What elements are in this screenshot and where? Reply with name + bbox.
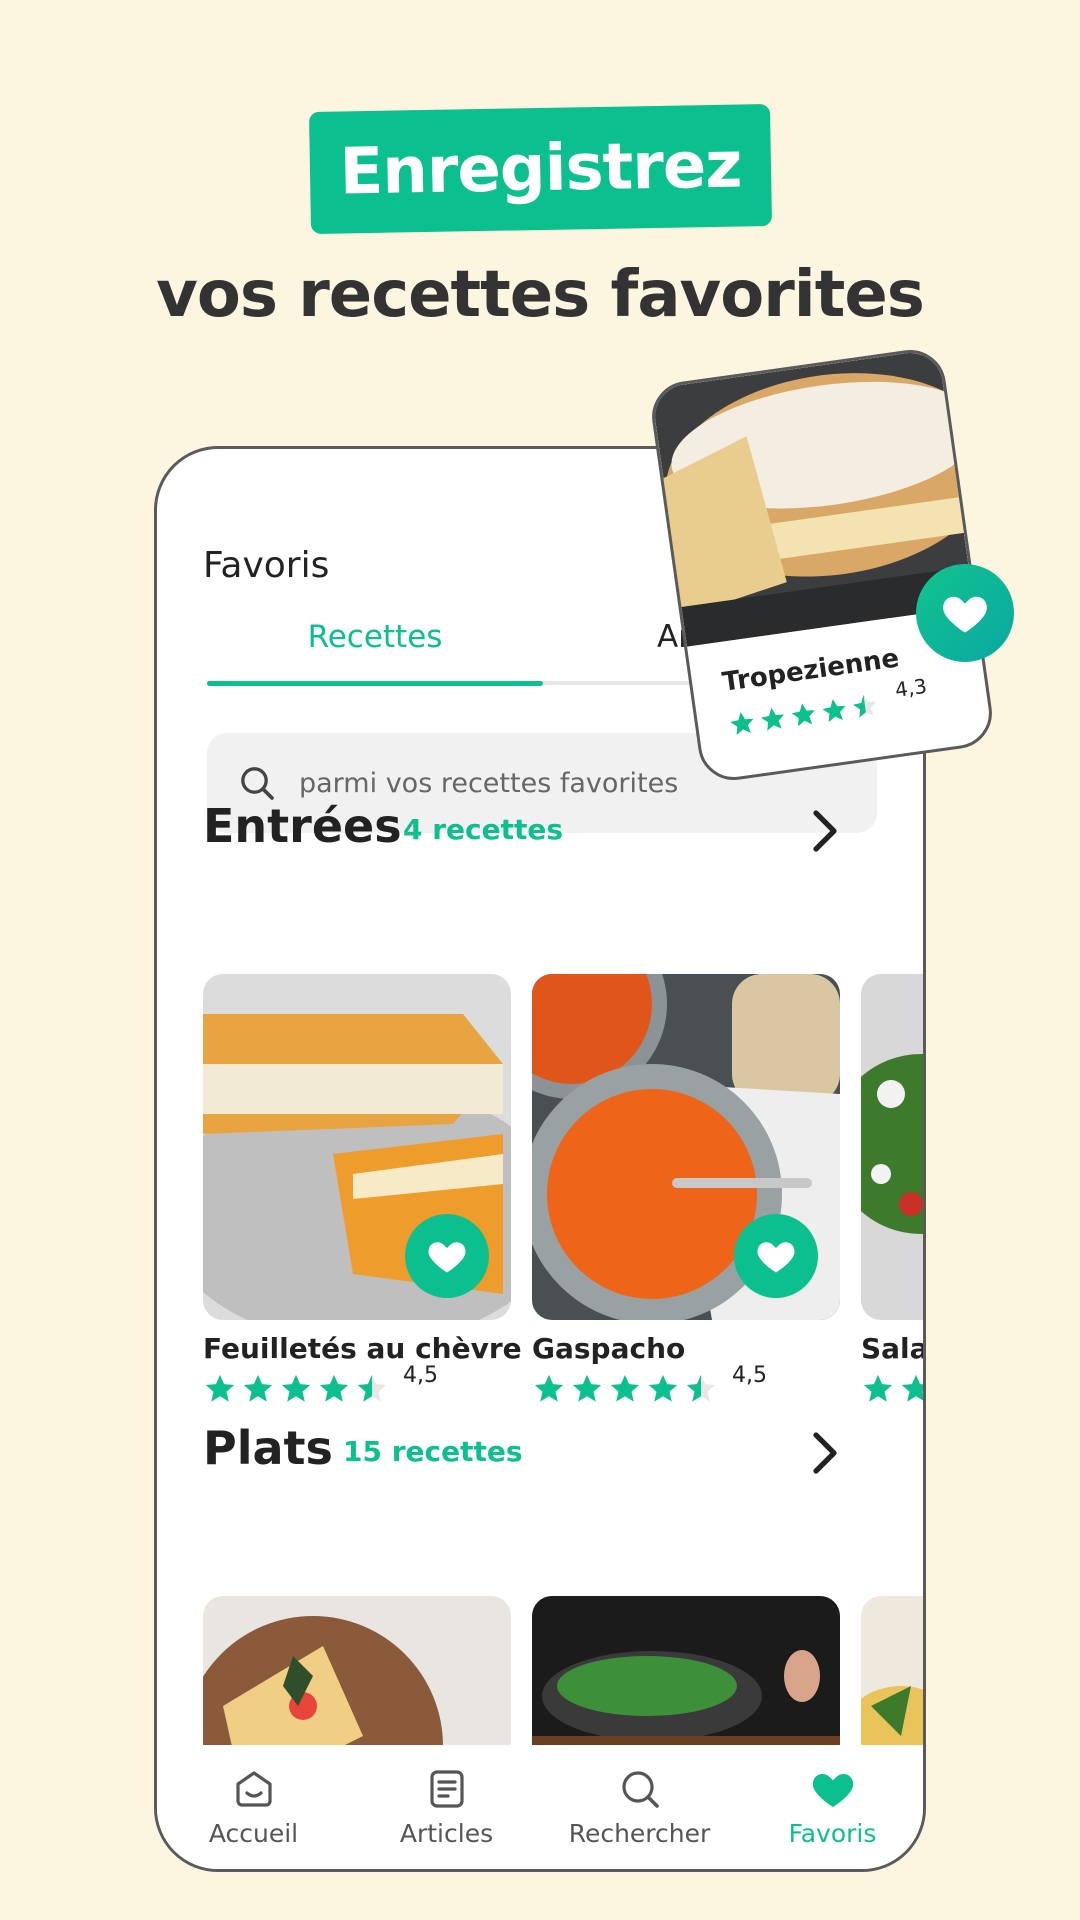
recipe-card[interactable]: Sala	[861, 974, 926, 1409]
star-icon	[203, 1372, 237, 1406]
star-half-icon	[684, 1372, 718, 1406]
star-half-icon	[355, 1372, 389, 1406]
featured-recipe-title: Tropezienne	[720, 643, 901, 698]
heart-icon	[812, 1774, 853, 1807]
rating-stars: 4,5	[203, 1363, 511, 1409]
recipe-card[interactable]: Feuilletés au chèvre 4,5	[203, 974, 522, 1409]
nav-accueil[interactable]: Accueil	[157, 1745, 350, 1869]
recipe-title: Feuilletés au chèvre	[203, 1332, 522, 1365]
star-icon	[532, 1372, 566, 1406]
featured-recipe-card[interactable]: Tropezienne 4,3	[647, 345, 997, 785]
bottom-navigation: Accueil Articles Rechercher Favoris	[157, 1745, 923, 1869]
hero-subtitle: vos recettes favorites	[156, 258, 925, 332]
heart-icon	[939, 587, 991, 639]
recipe-card[interactable]: Gaspacho 4,5	[532, 974, 840, 1409]
section-header-plats: Plats 15 recettes	[203, 1421, 893, 1481]
recipe-image	[532, 974, 840, 1320]
nav-label: Articles	[399, 1819, 494, 1848]
heart-icon	[425, 1234, 469, 1278]
search-placeholder: parmi vos recettes favorites	[299, 767, 679, 799]
rating-value: 4,3	[893, 673, 929, 702]
recipe-image	[203, 974, 511, 1320]
home-icon	[235, 1771, 272, 1807]
nav-label: Accueil	[208, 1819, 299, 1848]
star-half-icon	[849, 691, 881, 723]
favorite-button[interactable]	[916, 564, 1014, 662]
rating-stars	[726, 690, 883, 739]
nav-favoris[interactable]: Favoris	[736, 1745, 923, 1869]
page-title: Favoris	[203, 545, 330, 586]
star-icon	[899, 1372, 926, 1406]
star-icon	[788, 699, 820, 731]
star-icon	[646, 1372, 680, 1406]
heart-icon	[754, 1234, 798, 1278]
chevron-right-icon[interactable]	[807, 1429, 843, 1477]
star-icon	[726, 708, 758, 740]
recipe-title: Gaspacho	[532, 1332, 686, 1365]
section-count: 4 recettes	[403, 813, 564, 846]
recipe-title: Sala	[861, 1332, 926, 1365]
rating-value: 4,5	[732, 1363, 767, 1388]
nav-rechercher[interactable]: Rechercher	[543, 1745, 736, 1869]
search-icon	[621, 1771, 659, 1808]
section-title: Entrées	[203, 799, 402, 853]
nav-articles[interactable]: Articles	[350, 1745, 543, 1869]
rating-value: 4,5	[403, 1363, 438, 1388]
recipe-image	[861, 974, 923, 1320]
star-icon	[819, 695, 851, 727]
star-icon	[757, 704, 789, 736]
hero-badge-text: Enregistrez	[338, 128, 743, 210]
favorite-button[interactable]	[405, 1214, 489, 1298]
hero-badge: Enregistrez	[308, 103, 773, 235]
star-icon	[608, 1372, 642, 1406]
star-icon	[861, 1372, 895, 1406]
nav-label: Favoris	[788, 1819, 877, 1848]
star-icon	[279, 1372, 313, 1406]
section-count: 15 recettes	[343, 1435, 523, 1468]
favorite-button[interactable]	[734, 1214, 818, 1298]
star-icon	[241, 1372, 275, 1406]
star-icon	[570, 1372, 604, 1406]
section-header-entrees: Entrées 4 recettes	[203, 799, 893, 859]
rating-stars	[861, 1369, 926, 1409]
articles-icon	[429, 1770, 464, 1808]
chevron-right-icon[interactable]	[807, 807, 843, 855]
rating-stars: 4,5	[532, 1363, 840, 1409]
section-title: Plats	[203, 1421, 333, 1475]
tab-recettes[interactable]: Recettes	[207, 619, 543, 655]
star-icon	[317, 1372, 351, 1406]
search-icon	[241, 767, 274, 800]
nav-label: Rechercher	[568, 1819, 711, 1848]
tab-active-indicator	[207, 681, 543, 686]
